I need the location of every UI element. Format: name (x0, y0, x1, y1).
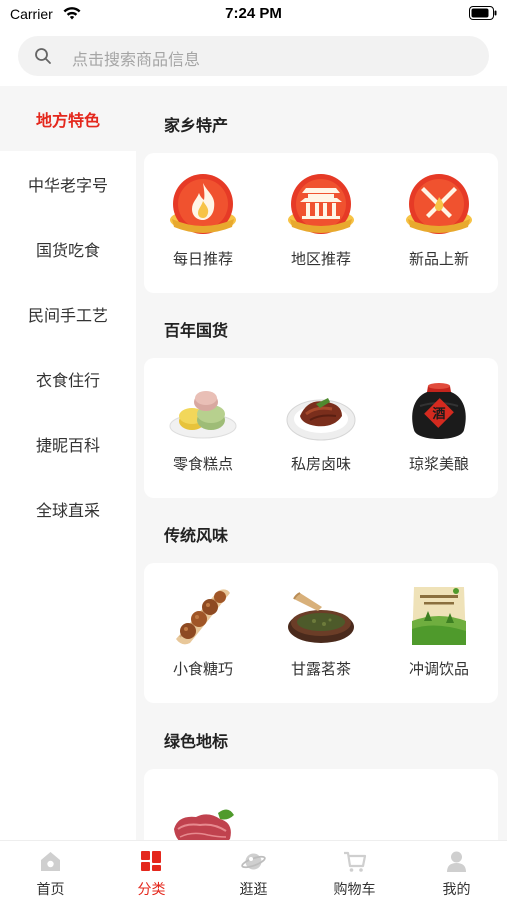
section-title: 百年国货 (164, 321, 229, 340)
category-item-new-arrivals[interactable]: 新品上新 (380, 153, 498, 293)
category-card: 小食糖巧 甘露茗茶 冲调饮品 (144, 563, 498, 703)
sidebar-item-global-direct[interactable]: 全球直采 (0, 476, 136, 541)
cart-icon (344, 851, 367, 872)
tab-category[interactable]: 分类 (101, 841, 202, 900)
search-icon (35, 48, 51, 64)
snack-image (176, 589, 230, 645)
category-content: 家乡特产 每日推荐 地区推荐 新品上新 百年国货 零食糕点 私房卤味 酒 琼浆美… (136, 86, 507, 840)
bottom-tab-bar: 首页 分类 逛逛 购物车 我的 (0, 840, 507, 900)
category-card: 零食糕点 私房卤味 酒 琼浆美酿 (144, 358, 498, 498)
tab-label: 购物车 (333, 882, 376, 898)
category-icon (141, 851, 161, 871)
tab-label: 我的 (442, 882, 471, 898)
section-title: 家乡特产 (164, 116, 229, 135)
tab-label: 首页 (36, 882, 65, 898)
sidebar-item-encyclopedia[interactable]: 捷昵百科 (0, 411, 136, 476)
sidebar-item-time-honored[interactable]: 中华老字号 (0, 151, 136, 216)
sidebar-item-domestic-food[interactable]: 国货吃食 (0, 216, 136, 281)
user-icon (447, 851, 466, 872)
category-item-candy-snacks[interactable]: 小食糖巧 (144, 563, 262, 703)
sidebar-item-daily-life[interactable]: 衣食住行 (0, 346, 136, 411)
pastry-image (169, 391, 237, 439)
category-item-label: 新品上新 (408, 250, 469, 268)
raw-meat-image (174, 809, 234, 840)
crossed-knives-icon (406, 174, 472, 234)
tab-label: 逛逛 (239, 882, 268, 898)
tab-explore[interactable]: 逛逛 (203, 841, 304, 900)
category-item-region-recommend[interactable]: 地区推荐 (262, 153, 380, 293)
category-item-label: 零食糕点 (172, 455, 233, 473)
section-title: 绿色地标 (164, 732, 229, 751)
category-sidebar: 地方特色 中华老字号 国货吃食 民间手工艺 衣食住行 捷昵百科 全球直采 (0, 86, 136, 840)
pavilion-icon (288, 174, 354, 234)
category-item-label: 小食糖巧 (172, 660, 233, 678)
category-item-label: 私房卤味 (290, 455, 351, 473)
category-item-green-product[interactable] (144, 769, 262, 840)
status-bar: Carrier 7:24 PM (0, 0, 507, 30)
braised-meat-image (286, 398, 356, 441)
tab-profile[interactable]: 我的 (406, 841, 507, 900)
home-icon (41, 852, 60, 871)
category-item-braised-delicacies[interactable]: 私房卤味 (262, 358, 380, 498)
svg-text:酒: 酒 (432, 407, 445, 422)
category-card: 每日推荐 地区推荐 新品上新 (144, 153, 498, 293)
planet-icon (241, 853, 266, 870)
tab-cart[interactable]: 购物车 (304, 841, 405, 900)
category-item-instant-drinks[interactable]: 冲调饮品 (380, 563, 498, 703)
wine-jar-image: 酒 (412, 383, 466, 439)
category-item-label: 甘露茗茶 (290, 660, 351, 678)
category-card (144, 769, 498, 840)
sidebar-item-local-specialty[interactable]: 地方特色 (0, 86, 136, 151)
category-item-fine-tea[interactable]: 甘露茗茶 (262, 563, 380, 703)
tea-image (288, 592, 354, 643)
section-title: 传统风味 (164, 526, 229, 545)
tab-home[interactable]: 首页 (0, 841, 101, 900)
category-item-label: 每日推荐 (172, 250, 233, 268)
category-item-snacks-pastry[interactable]: 零食糕点 (144, 358, 262, 498)
search-input[interactable]: 点击搜索商品信息 (18, 36, 489, 76)
search-placeholder: 点击搜索商品信息 (72, 50, 201, 69)
category-item-label: 地区推荐 (290, 250, 351, 268)
category-item-label: 冲调饮品 (408, 660, 469, 678)
category-item-daily-recommend[interactable]: 每日推荐 (144, 153, 262, 293)
clock: 7:24 PM (225, 5, 282, 22)
battery-icon (469, 6, 497, 20)
search-area: 点击搜索商品信息 (0, 30, 507, 86)
drink-bag-image (412, 587, 466, 645)
flame-icon (170, 174, 236, 234)
tab-label: 分类 (137, 882, 166, 898)
category-item-label: 琼浆美酿 (408, 455, 469, 473)
sidebar-item-folk-craft[interactable]: 民间手工艺 (0, 281, 136, 346)
category-item-fine-wine[interactable]: 酒 琼浆美酿 (380, 358, 498, 498)
